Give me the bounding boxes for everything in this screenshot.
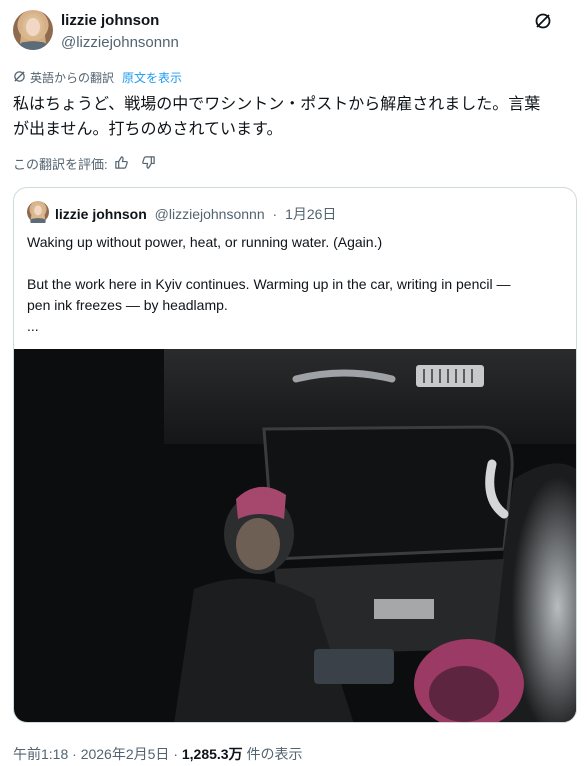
quoted-text-line: But the work here in Kyiv continues. War… [27, 276, 511, 292]
car-interior-photo[interactable] [14, 349, 576, 722]
tweet-footer: 午前1:18 · 2026年2月5日 · 1,285.3万 件の表示 [13, 744, 302, 764]
thumbs-down-icon[interactable] [141, 155, 156, 173]
rate-translation-row: この翻訳を評価: [13, 154, 156, 173]
footer-separator: · [173, 746, 178, 762]
tweet-text-line: が出ません。打ちのめされています。 [13, 121, 283, 138]
translation-notice: 英語からの翻訳 原文を表示 [13, 69, 182, 86]
quoted-text-line: pen ink freezes — by headlamp. [27, 297, 228, 313]
grok-icon[interactable] [534, 12, 552, 30]
quoted-text-line: ... [27, 318, 39, 334]
translation-label: 英語からの翻訳 [30, 71, 115, 85]
show-original-link[interactable]: 原文を表示 [122, 69, 182, 86]
author-display-name[interactable]: lizzie johnson [61, 12, 159, 29]
author-avatar[interactable] [13, 10, 53, 50]
quoted-author-name[interactable]: lizzie johnson [55, 206, 147, 222]
quoted-text-line: Waking up without power, heat, or runnin… [27, 234, 383, 250]
author-handle[interactable]: @lizziejohnsonnn [61, 34, 179, 51]
view-count: 1,285.3万 [181, 746, 243, 762]
quoted-tweet-date[interactable]: 1月26日 [285, 206, 336, 222]
tweet-time[interactable]: 午前1:18 [13, 746, 68, 762]
quoted-tweet-text: Waking up without power, heat, or runnin… [27, 232, 563, 337]
view-count-label: 件の表示 [246, 746, 303, 762]
quoted-author-handle[interactable]: @lizziejohnsonnn [155, 206, 265, 222]
tweet-text-line: 私はちょうど、戦場の中でワシントン・ポストから解雇されました。言葉 [13, 96, 541, 113]
translate-icon [13, 70, 26, 86]
quoted-tweet-header: lizzie johnson @lizziejohnsonnn · 1月26日 [55, 204, 336, 224]
tweet-text: 私はちょうど、戦場の中でワシントン・ポストから解雇されました。言葉 が出ません。… [13, 92, 575, 142]
quoted-author-avatar[interactable] [27, 201, 49, 225]
thumbs-up-icon[interactable] [114, 155, 129, 173]
tweet-date[interactable]: 2026年2月5日 [81, 746, 170, 762]
rate-translation-label: この翻訳を評価: [13, 157, 108, 172]
footer-separator: · [72, 746, 77, 762]
header-separator: · [272, 206, 278, 222]
quoted-tweet[interactable]: lizzie johnson @lizziejohnsonnn · 1月26日 … [13, 187, 577, 723]
